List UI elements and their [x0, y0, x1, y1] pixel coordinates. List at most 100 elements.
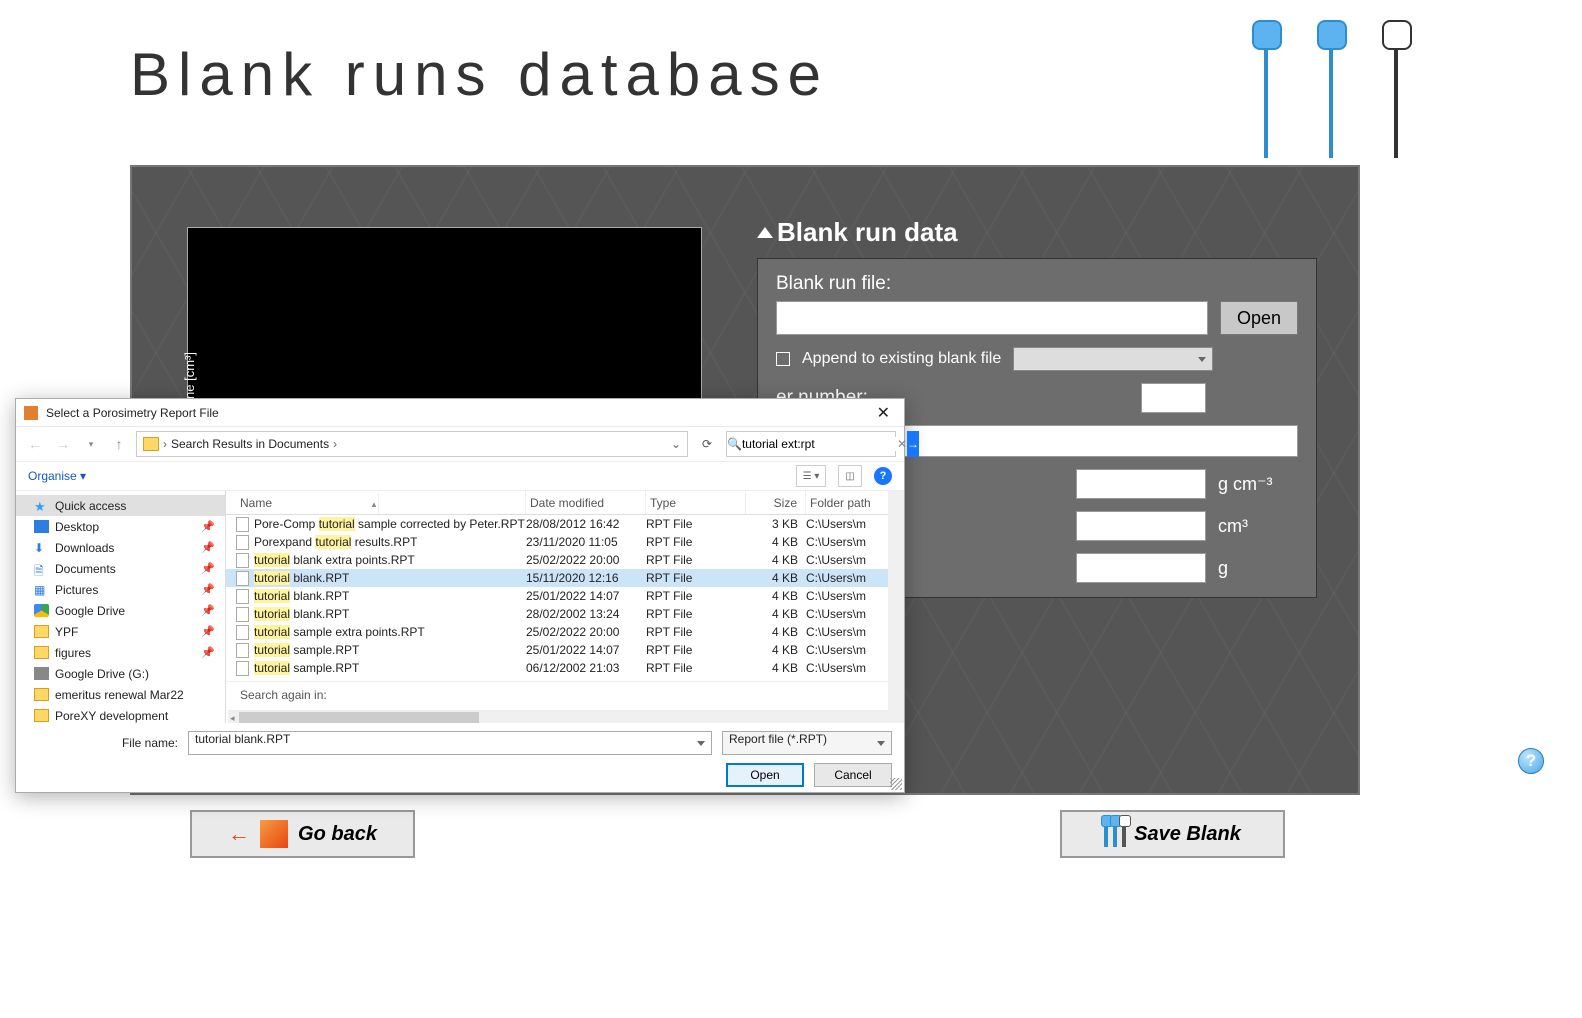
save-blank-button[interactable]: Save Blank — [1060, 810, 1285, 858]
sort-indicator-icon: ▲ — [366, 493, 379, 516]
file-path: C:\Users\m — [806, 607, 896, 621]
section-header[interactable]: Blank run data — [757, 217, 1317, 248]
sidebar-item[interactable]: 🗎Documents📌 — [16, 558, 225, 579]
sidebar-item[interactable]: PoreXY development — [16, 705, 225, 723]
file-type: RPT File — [646, 643, 746, 657]
file-icon — [236, 661, 249, 676]
arrow-left-icon: ← — [228, 821, 250, 847]
file-date: 15/11/2020 12:16 — [526, 571, 646, 585]
number-input[interactable] — [1141, 383, 1206, 413]
sidebar-item[interactable]: figures📌 — [16, 642, 225, 663]
col-date[interactable]: Date modified — [526, 491, 646, 514]
dialog-sidebar[interactable]: ★Quick accessDesktop📌⬇Downloads📌🗎Documen… — [16, 491, 226, 723]
close-icon[interactable]: ✕ — [871, 403, 896, 423]
file-name: tutorial blank extra points.RPT — [254, 553, 415, 567]
blank-run-file-input[interactable] — [776, 301, 1208, 335]
search-go-button[interactable]: → — [907, 431, 919, 457]
file-size: 4 KB — [746, 643, 806, 657]
nav-recent-icon[interactable]: ▾ — [80, 433, 102, 455]
file-size: 3 KB — [746, 517, 806, 531]
weight-input[interactable] — [1076, 553, 1206, 583]
file-size: 4 KB — [746, 571, 806, 585]
search-input[interactable] — [742, 437, 897, 451]
file-type: RPT File — [646, 517, 746, 531]
dialog-title: Select a Porosimetry Report File — [46, 406, 219, 420]
file-icon — [236, 517, 249, 532]
file-size: 4 KB — [746, 553, 806, 567]
breadcrumb[interactable]: › Search Results in Documents › ⌄ — [136, 431, 688, 457]
sidebar-item[interactable]: Google Drive📌 — [16, 600, 225, 621]
file-row[interactable]: tutorial blank.RPT25/01/2022 14:07RPT Fi… — [226, 587, 904, 605]
horizontal-scrollbar[interactable]: ◂ — [228, 710, 888, 723]
sidebar-item-label: PoreXY development — [55, 709, 168, 723]
sidebar-item-label: Documents — [55, 562, 116, 576]
file-icon — [236, 535, 249, 550]
sidebar-item[interactable]: ▦Pictures📌 — [16, 579, 225, 600]
help-button[interactable]: ? — [1518, 748, 1544, 774]
go-back-icon — [260, 820, 288, 848]
append-file-select[interactable] — [1013, 347, 1213, 371]
file-type: RPT File — [646, 571, 746, 585]
nav-back-icon[interactable]: ← — [24, 433, 46, 455]
file-name: tutorial sample.RPT — [254, 661, 359, 675]
col-folder[interactable]: Folder path — [806, 491, 896, 514]
preview-pane-button[interactable]: ◫ — [838, 465, 862, 487]
col-type[interactable]: Type — [646, 491, 746, 514]
pin-icon: 📌 — [201, 646, 215, 659]
refresh-icon[interactable]: ⟳ — [694, 431, 720, 457]
chevron-down-icon[interactable]: ⌄ — [671, 437, 681, 451]
resize-grip[interactable] — [890, 778, 902, 790]
filename-input[interactable]: tutorial blank.RPT — [188, 731, 712, 755]
go-back-button[interactable]: ← Go back — [190, 810, 415, 858]
append-checkbox[interactable] — [776, 352, 790, 366]
file-icon — [236, 589, 249, 604]
file-size: 4 KB — [746, 661, 806, 675]
view-mode-button[interactable]: ☰ ▾ — [796, 465, 826, 487]
file-row[interactable]: tutorial sample.RPT25/01/2022 14:07RPT F… — [226, 641, 904, 659]
file-type: RPT File — [646, 607, 746, 621]
file-name: tutorial blank.RPT — [254, 607, 349, 621]
nav-up-icon[interactable]: ↑ — [108, 433, 130, 455]
sidebar-item-label: Quick access — [55, 499, 126, 513]
organise-menu[interactable]: Organise ▾ — [28, 469, 86, 483]
col-name[interactable]: Name — [236, 491, 526, 514]
file-row[interactable]: Porexpand tutorial results.RPT23/11/2020… — [226, 533, 904, 551]
file-type-filter[interactable]: Report file (*.RPT) — [722, 731, 892, 755]
pin-icon: 📌 — [201, 625, 215, 638]
file-row[interactable]: Pore-Comp tutorial sample corrected by P… — [226, 515, 904, 533]
sidebar-item[interactable]: emeritus renewal Mar22 — [16, 684, 225, 705]
dialog-cancel-button[interactable]: Cancel — [814, 763, 892, 787]
file-row[interactable]: tutorial sample extra points.RPT25/02/20… — [226, 623, 904, 641]
dialog-help-icon[interactable]: ? — [874, 467, 892, 485]
sidebar-item-label: Google Drive (G:) — [55, 667, 149, 681]
density-input[interactable] — [1076, 469, 1206, 499]
file-row[interactable]: tutorial blank.RPT28/02/2002 13:24RPT Fi… — [226, 605, 904, 623]
file-date: 25/01/2022 14:07 — [526, 589, 646, 603]
file-label: Blank run file: — [776, 273, 1298, 295]
file-row[interactable]: tutorial blank.RPT 15/11/2020 12:16RPT Fi… — [226, 569, 904, 587]
volume-input[interactable] — [1076, 511, 1206, 541]
vertical-scrollbar[interactable] — [888, 491, 904, 723]
file-name: tutorial sample extra points.RPT — [254, 625, 425, 639]
dialog-open-button[interactable]: Open — [726, 763, 804, 787]
file-name: tutorial blank.RPT — [254, 571, 349, 585]
file-list-header[interactable]: Name Date modified Type Size Folder path… — [226, 491, 904, 515]
weight-unit: g — [1218, 558, 1298, 579]
col-size[interactable]: Size — [746, 491, 806, 514]
file-row[interactable]: tutorial blank extra points.RPT25/02/202… — [226, 551, 904, 569]
append-label: Append to existing blank file — [802, 350, 1001, 368]
dialog-titlebar: Select a Porosimetry Report File ✕ — [16, 399, 904, 427]
sidebar-item[interactable]: YPF📌 — [16, 621, 225, 642]
sidebar-item[interactable]: Google Drive (G:) — [16, 663, 225, 684]
sidebar-item[interactable]: ★Quick access — [16, 495, 225, 516]
open-file-button[interactable]: Open — [1220, 301, 1298, 335]
sidebar-item[interactable]: Desktop📌 — [16, 516, 225, 537]
pin-icon: 📌 — [201, 520, 215, 533]
filename-label: File name: — [28, 736, 178, 750]
sidebar-item[interactable]: ⬇Downloads📌 — [16, 537, 225, 558]
sidebar-item-label: emeritus renewal Mar22 — [55, 688, 184, 702]
clear-search-icon[interactable]: ✕ — [897, 437, 907, 451]
file-name: Porexpand tutorial results.RPT — [254, 535, 417, 549]
file-row[interactable]: tutorial sample.RPT06/12/2002 21:03RPT F… — [226, 659, 904, 677]
nav-forward-icon[interactable]: → — [52, 433, 74, 455]
